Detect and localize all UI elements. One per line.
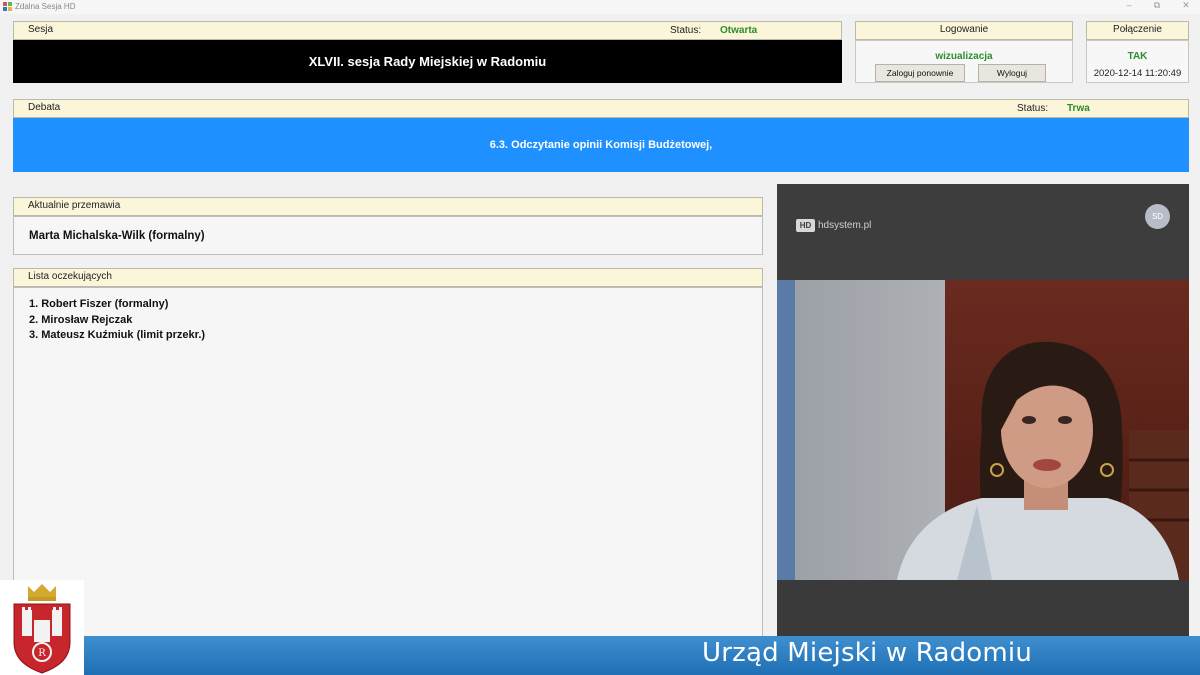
connection-status: TAK (1127, 51, 1148, 62)
sesja-header-label: Sesja (28, 24, 54, 35)
connection-datetime: 2020-12-14 11:20:49 (1093, 68, 1182, 79)
list-item: 2. Mirosław Rejczak (29, 313, 133, 326)
logged-user: wizualizacja (935, 51, 993, 62)
queue-header: Lista oczekujących (13, 268, 763, 287)
polaczenie-header: Połączenie (1086, 21, 1189, 40)
list-item: 1. Robert Fiszer (formalny) (29, 298, 169, 310)
close-icon[interactable]: ✕ (1178, 0, 1194, 11)
sesja-header: Sesja (13, 21, 842, 40)
current-speaker-header-label: Aktualnie przemawia (28, 200, 121, 211)
window-titlebar: Zdalna Sesja HD – ⧉ ✕ (0, 0, 1200, 14)
video-feed: HD hdsystem.pl SD (777, 184, 1189, 644)
sesja-status-value: Otwarta (720, 25, 758, 36)
hd-logo-icon: HD (796, 219, 815, 232)
queue-list: 1. Robert Fiszer (formalny) 2. Mirosław … (29, 297, 205, 344)
debata-topic: 6.3. Odczytanie opinii Komisji Budżetowe… (489, 139, 713, 151)
sesja-title: XLVII. sesja Rady Miejskiej w Radomiu (308, 54, 547, 69)
banner-text: Urząd Miejski w Radomiu (702, 638, 1033, 668)
video-top-bar: HD hdsystem.pl SD (777, 184, 1189, 280)
relogin-button[interactable]: Zaloguj ponownie (875, 64, 965, 82)
svg-text:R: R (38, 648, 46, 659)
queue-header-label: Lista oczekujących (28, 271, 112, 282)
webcam-person-image (777, 280, 1189, 580)
sesja-status-label: Status: (670, 25, 702, 36)
avatar: SD (1145, 204, 1170, 229)
logowanie-header: Logowanie (855, 21, 1073, 40)
list-item: 3. Mateusz Kuźmiuk (limit przekr.) (29, 329, 206, 341)
minimize-icon[interactable]: – (1121, 0, 1137, 10)
polaczenie-body: TAK 2020-12-14 11:20:49 (1086, 40, 1189, 83)
maximize-icon[interactable]: ⧉ (1149, 0, 1165, 11)
logowanie-header-label: Logowanie (939, 24, 989, 35)
current-speaker-name: Marta Michalska-Wilk (formalny) (29, 230, 205, 242)
webcam-image (777, 280, 1189, 580)
debata-topic-box: 6.3. Odczytanie opinii Komisji Budżetowe… (13, 118, 1189, 172)
hdsystem-brand: hdsystem.pl (818, 220, 872, 231)
bottom-banner (84, 636, 1200, 675)
city-crest: R (0, 580, 84, 675)
current-speaker-header: Aktualnie przemawia (13, 197, 763, 216)
polaczenie-header-label: Połączenie (1113, 24, 1162, 35)
window-title: Zdalna Sesja HD (15, 2, 76, 11)
logout-button[interactable]: Wyloguj (978, 64, 1046, 82)
app-icon (3, 2, 12, 11)
debata-status-value: Trwa (1067, 103, 1090, 114)
crest-icon: R (13, 584, 71, 674)
hdsystem-logo: HD hdsystem.pl (796, 219, 871, 232)
sesja-title-box: XLVII. sesja Rady Miejskiej w Radomiu (13, 40, 842, 83)
debata-status-label: Status: (1017, 103, 1049, 114)
debata-header: Debata (13, 99, 1189, 118)
debata-header-label: Debata (28, 102, 61, 113)
